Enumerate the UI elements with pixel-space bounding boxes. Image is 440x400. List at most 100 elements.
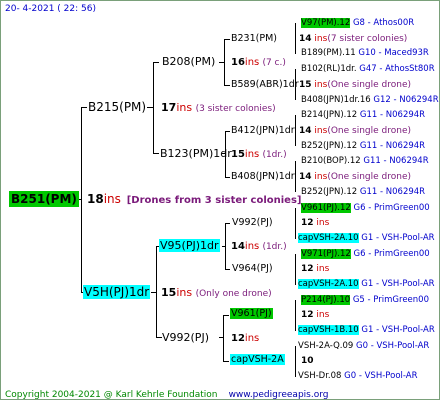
g4-source: G11 - N06294R <box>359 110 426 120</box>
sds-ins: ins <box>314 126 328 136</box>
connector <box>295 23 296 54</box>
connector <box>295 346 296 377</box>
sss-queen: B231(PM) <box>231 33 277 44</box>
g4-row: B189(PM).11 G10 - Maced93R <box>301 46 429 60</box>
dds-queen: V961(PJ) <box>230 308 273 319</box>
g4-row: B408(JPN)1dr.16 G12 - N06294R <box>301 93 439 107</box>
g4-row: V97(PM).12 G8 - Athos00R <box>301 16 414 30</box>
dam-ins: ins <box>176 286 193 299</box>
connector <box>153 62 154 154</box>
sire-queen: B215(PM) <box>88 100 147 114</box>
connector <box>153 62 159 63</box>
g4-row: V971(PJ).12 G6 - PrimGreen00 <box>301 247 430 261</box>
connector <box>156 246 157 338</box>
ss-info: 16ins (7 c.) <box>231 56 286 70</box>
sire-count: 17 <box>161 101 177 114</box>
root-note: [Drones from 3 sister colonies] <box>126 195 302 206</box>
g4-row: capVSH-2A.10 G1 - VSH-Pool-AR <box>298 231 435 245</box>
sdd-count: 14 <box>299 172 312 182</box>
g4-source: G1 - VSH-Pool-AR <box>361 233 435 243</box>
sd-ins: ins <box>244 149 260 160</box>
g4-row: B252(JPN).12 G11 - N06294R <box>301 185 425 199</box>
sire-note: (3 sister colonies) <box>195 104 276 114</box>
ds-note: (1dr.) <box>262 242 287 252</box>
dam-queen: V5H(PJ)1dr <box>83 285 151 299</box>
g4-row: B252(JPN).12 G11 - N06294R <box>301 139 425 153</box>
g4-queen: capVSH-1B.10 <box>298 325 359 335</box>
connector <box>225 131 230 132</box>
g4-queen: V971(PJ).12 <box>301 249 351 259</box>
g4-row: VSH-Dr.08 G0 - VSH-Pool-AR <box>298 369 417 383</box>
g4-source: G0 - VSH-Pool-AR <box>344 371 418 381</box>
ds-count: 14 <box>231 241 245 252</box>
dds-info: 12 ins <box>301 308 329 322</box>
dam-info: 15ins (Only one drone) <box>161 286 272 301</box>
g4-queen: capVSH-2A.10 <box>298 279 359 289</box>
dsd-ins: ins <box>316 264 330 274</box>
ss-count: 16 <box>231 57 245 68</box>
sdd-ins: ins <box>314 172 328 182</box>
g4-queen: B214(JPN).12 <box>301 110 358 120</box>
g4-source: G1 - VSH-Pool-AR <box>361 325 435 335</box>
ssd-info: 15 ins(One single drone) <box>299 78 411 92</box>
g4-source: G47 - AthosSt80R <box>359 64 435 74</box>
g4-source: G11 - N06294R <box>359 141 426 151</box>
connector <box>295 300 296 331</box>
site-link[interactable]: www.pedigreeapis.org <box>229 390 329 399</box>
connector <box>223 315 229 316</box>
sd-note: (1dr.) <box>262 150 287 160</box>
g4-source: G1 - VSH-Pool-AR <box>361 279 435 289</box>
root-ins: ins <box>103 192 121 206</box>
footer: Copyright 2004-2021 @ Karl Kehrle Founda… <box>5 385 329 399</box>
g4-row: VSH-2A-Q.09 G0 - VSH-Pool-AR <box>298 339 429 353</box>
dss-ins: ins <box>316 218 330 228</box>
ssd-ins: ins <box>314 80 328 90</box>
g4-source: G5 - PrimGreen00 <box>352 295 429 305</box>
connector <box>224 85 230 86</box>
dds-count: 12 <box>301 310 314 320</box>
g4-row: capVSH-1B.10 G1 - VSH-Pool-AR <box>298 323 435 337</box>
g4-queen: VSH-Dr.08 <box>298 371 342 381</box>
g4-row: capVSH-2A.10 G1 - VSH-Pool-AR <box>298 277 435 291</box>
connector <box>295 161 296 192</box>
g4-source: G8 - Athos00R <box>352 18 415 28</box>
g4-queen: V961(PJ).12 <box>301 203 351 213</box>
g4-queen: V97(PM).12 <box>301 18 351 28</box>
dd-queen: V992(PJ) <box>162 331 209 344</box>
root-info: 18ins [Drones from 3 sister colonies] <box>87 192 302 208</box>
g4-queen: B210(BOP).12 <box>301 156 361 166</box>
g4-row: B214(JPN).12 G11 - N06294R <box>301 108 425 122</box>
connector <box>153 153 159 154</box>
ss-ins: ins <box>244 57 260 68</box>
connector <box>81 107 82 293</box>
g4-queen: B189(PM).11 <box>301 48 356 58</box>
g4-row: B210(BOP).12 G11 - N06294R <box>301 154 429 168</box>
pedigree-chart: 20- 4-2021 ( 22: 56) B251(PM) 18ins [Dro… <box>0 0 440 400</box>
sds-info: 14 ins(One single drone) <box>299 124 411 138</box>
g4-source: G10 - Maced93R <box>358 48 429 58</box>
g4-queen: B102(RL)1dr. <box>301 64 357 74</box>
sdd-note: (One single drone) <box>327 172 411 182</box>
dam-count: 15 <box>161 286 177 299</box>
connector <box>295 115 296 146</box>
g4-source: G12 - N06294R <box>373 95 439 105</box>
ds-info: 14ins (1dr.) <box>231 240 287 254</box>
sdd-info: 14 ins(One single drone) <box>299 170 411 184</box>
dss-info: 12 ins <box>301 216 329 230</box>
sss-info: 14 ins(7 sister colonies) <box>299 32 407 46</box>
root-queen: B251(PM) <box>9 191 79 207</box>
connector <box>225 223 230 224</box>
ddd-info: 10 <box>301 354 314 368</box>
connector <box>223 361 229 362</box>
connector <box>225 269 230 270</box>
dss-count: 12 <box>301 218 314 228</box>
connector <box>225 223 226 270</box>
connector <box>295 208 296 239</box>
sss-count: 14 <box>299 34 312 44</box>
g4-queen: B408(JPN)1dr.16 <box>301 95 371 105</box>
sire-ins: ins <box>176 101 193 114</box>
root-count: 18 <box>87 192 104 206</box>
dd-info: 12ins <box>231 332 259 346</box>
g4-queen: B252(JPN).12 <box>301 187 358 197</box>
ddd-count: 10 <box>301 356 314 366</box>
